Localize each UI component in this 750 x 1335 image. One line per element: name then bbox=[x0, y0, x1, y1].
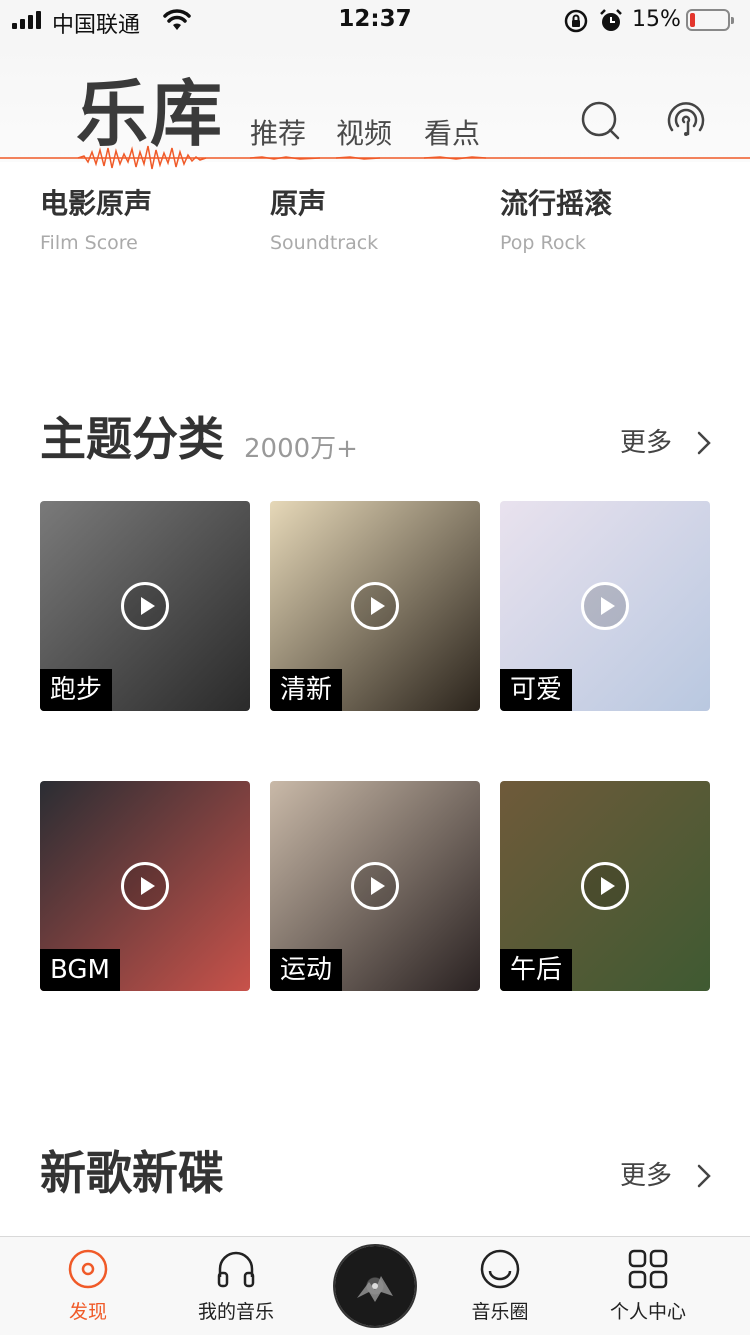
alarm-icon bbox=[600, 9, 622, 31]
section-title: 新歌新碟 bbox=[40, 1146, 224, 1200]
music-circle-icon bbox=[480, 1249, 520, 1289]
theme-tile[interactable]: 跑步 bbox=[40, 501, 250, 711]
genre-english-name: Film Score bbox=[40, 232, 138, 254]
tile-label: 可爱 bbox=[500, 669, 573, 711]
tab-my-music[interactable]: 我的音乐 bbox=[186, 1237, 286, 1335]
tab-discover[interactable]: 发现 bbox=[38, 1237, 138, 1335]
headphones-icon bbox=[217, 1251, 255, 1288]
tile-label: BGM bbox=[40, 949, 120, 991]
discover-icon bbox=[68, 1249, 108, 1289]
battery-icon bbox=[686, 9, 734, 31]
genre-name: 流行摇滚 bbox=[500, 187, 613, 220]
tab-label: 个人中心 bbox=[609, 1301, 686, 1323]
battery-percent: 15% bbox=[632, 7, 681, 32]
status-bar: 中国联通 12:37 15% bbox=[0, 0, 750, 42]
genre-name: 原声 bbox=[270, 187, 327, 220]
play-icon[interactable] bbox=[581, 582, 629, 630]
page-title: 乐库 bbox=[76, 72, 225, 156]
play-icon[interactable] bbox=[581, 862, 629, 910]
play-icon[interactable] bbox=[351, 862, 399, 910]
tile-label: 清新 bbox=[270, 669, 343, 711]
chevron-right-icon[interactable] bbox=[694, 1163, 714, 1189]
grid-icon bbox=[628, 1249, 668, 1289]
tile-label: 运动 bbox=[270, 949, 343, 991]
theme-tile[interactable]: 运动 bbox=[270, 781, 480, 991]
genre-soundtrack[interactable]: 原声 Soundtrack bbox=[270, 190, 378, 253]
theme-tile[interactable]: 午后 bbox=[500, 781, 710, 991]
album-art-icon bbox=[357, 1276, 393, 1302]
header: 乐库 推荐 视频 看点 bbox=[0, 42, 750, 170]
theme-tile[interactable]: 清新 bbox=[270, 501, 480, 711]
tile-label: 跑步 bbox=[40, 669, 113, 711]
genre-film-score[interactable]: 电影原声 Film Score bbox=[40, 190, 152, 253]
listen-recognize-icon[interactable] bbox=[666, 100, 706, 140]
tab-label: 发现 bbox=[68, 1301, 107, 1323]
tab-label: 我的音乐 bbox=[197, 1301, 274, 1323]
battery-level bbox=[690, 13, 695, 27]
tab-music-circle[interactable]: 音乐圈 bbox=[450, 1237, 550, 1335]
tab-label: 音乐圈 bbox=[471, 1301, 529, 1323]
search-icon[interactable] bbox=[580, 100, 620, 140]
more-link[interactable]: 更多 bbox=[620, 1163, 672, 1189]
play-icon[interactable] bbox=[121, 582, 169, 630]
theme-tile[interactable]: 可爱 bbox=[500, 501, 710, 711]
chevron-right-icon[interactable] bbox=[694, 430, 714, 456]
genre-pop-rock[interactable]: 流行摇滚 Pop Rock bbox=[500, 190, 612, 253]
now-playing-disc[interactable] bbox=[335, 1246, 415, 1326]
play-icon[interactable] bbox=[121, 862, 169, 910]
header-underline-wave bbox=[0, 145, 750, 170]
rotation-lock-icon bbox=[564, 9, 588, 33]
genre-name: 电影原声 bbox=[40, 187, 153, 220]
tile-label: 午后 bbox=[500, 949, 573, 991]
more-link[interactable]: 更多 bbox=[620, 430, 672, 456]
genre-english-name: Pop Rock bbox=[500, 232, 586, 254]
tab-profile[interactable]: 个人中心 bbox=[598, 1237, 698, 1335]
section-count: 2000万+ bbox=[244, 434, 358, 464]
genre-english-name: Soundtrack bbox=[270, 232, 379, 254]
theme-tile[interactable]: BGM bbox=[40, 781, 250, 991]
section-title: 主题分类 bbox=[40, 412, 224, 466]
play-icon[interactable] bbox=[351, 582, 399, 630]
